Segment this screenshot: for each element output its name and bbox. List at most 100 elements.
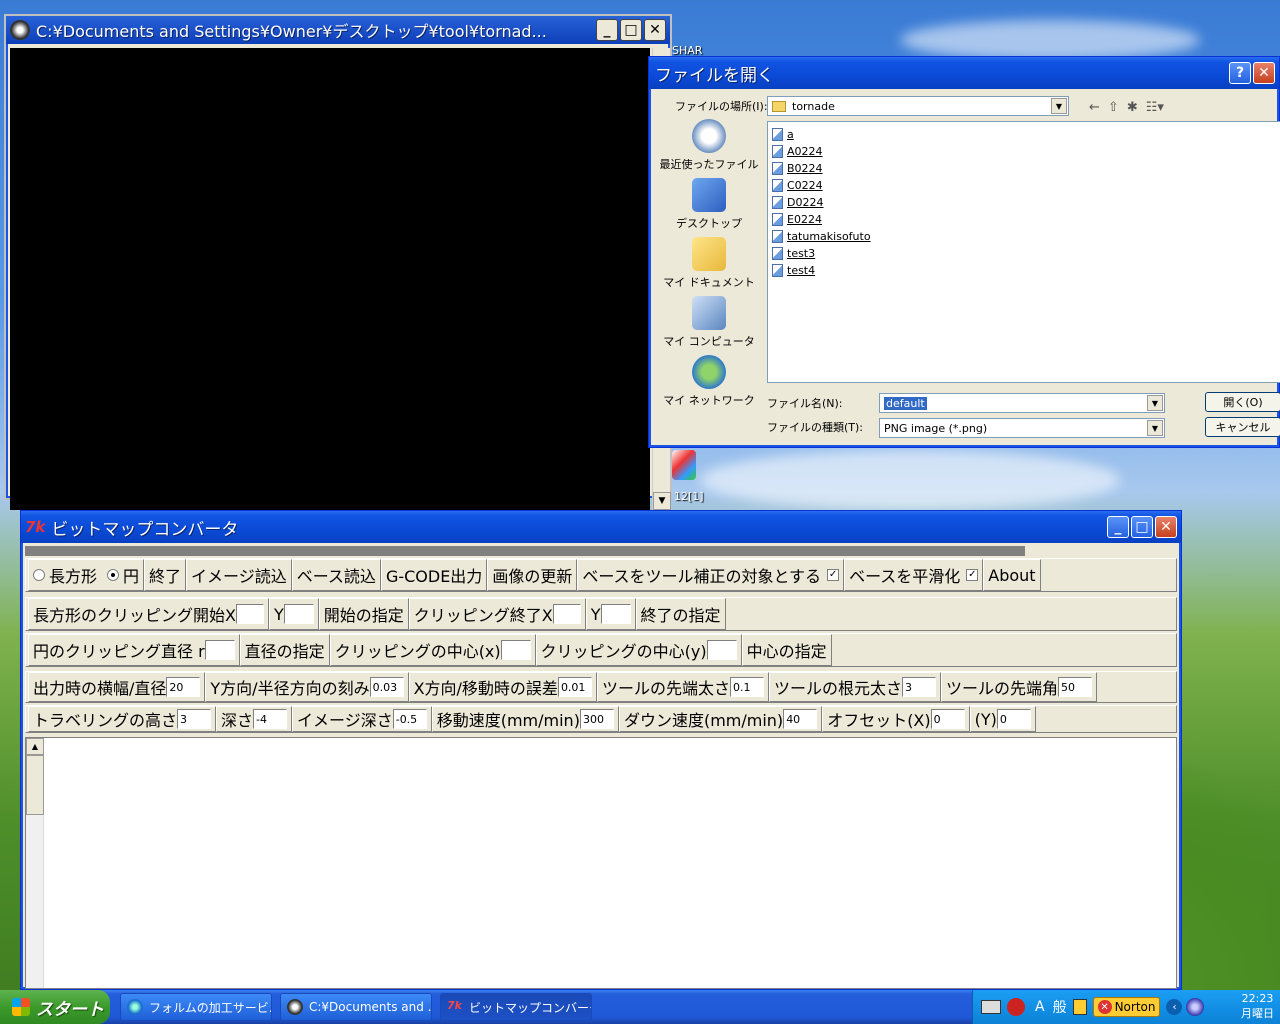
task-console[interactable]: C:¥Documents and ... [280,993,432,1021]
list-item[interactable]: C0224 [772,177,1276,194]
down-input[interactable]: 40 [783,709,818,729]
list-item[interactable]: test4 [772,262,1276,279]
lookin-combo[interactable]: tornade ▼ [767,96,1069,116]
clock[interactable]: 22:23 月曜日 [1241,991,1274,1021]
rect-start-x-input[interactable] [235,604,264,624]
security-icon[interactable] [1007,998,1025,1016]
base-tool-checkbox[interactable]: ベースをツール補正の対象とする ✓ [577,559,845,591]
file-list[interactable]: a A0224 B0224 C0224 D0224 E0224 tatumaki… [767,121,1280,383]
help-button[interactable]: ? [1229,62,1251,84]
depth-input[interactable]: -4 [253,709,288,729]
new-folder-icon[interactable]: ✱ [1127,100,1138,115]
place-recent[interactable]: 最近使ったファイル [659,119,759,178]
tip-input[interactable]: 0.1 [729,677,764,697]
depth-label: 深さ [221,711,254,730]
scroll-down-icon[interactable]: ▼ [653,492,671,510]
place-mydocs[interactable]: マイ ドキュメント [659,237,759,296]
dialog-titlebar[interactable]: ファイルを開く ? ✕ [649,57,1279,89]
root-input[interactable]: 3 [901,677,936,697]
quit-button[interactable]: 終了 [144,559,187,591]
close-button[interactable]: ✕ [644,19,666,41]
rect-radio[interactable]: 長方形 円 [28,559,145,591]
load-image-button[interactable]: イメージ読込 [186,559,292,591]
angle-input[interactable]: 50 [1057,677,1092,697]
minimize-button[interactable]: _ [596,19,618,41]
task-ie[interactable]: フォルムの加工サービ... [120,993,272,1021]
set-end-button[interactable]: 終了の指定 [635,598,726,630]
rect-start-y-input[interactable] [283,604,314,624]
keyboard-icon[interactable] [981,1000,1001,1014]
ystep-input[interactable]: 0.03 [369,677,404,697]
maximize-button[interactable]: □ [620,19,642,41]
list-item[interactable]: tatumakisofuto [772,228,1276,245]
cancel-button[interactable]: キャンセル [1205,417,1280,437]
list-item[interactable]: E0224 [772,211,1276,228]
ime-kanji[interactable]: 般 [1053,997,1067,1017]
back-icon[interactable]: ← [1089,100,1100,115]
app-titlebar[interactable]: 7k ビットマップコンバータ _ □ ✕ [21,511,1181,543]
speed-input[interactable]: 300 [579,709,614,729]
center-y-input[interactable] [706,640,737,660]
task-bitmap-converter[interactable]: 7k ビットマップコンバータ [440,993,592,1021]
center-x-input[interactable] [500,640,531,660]
chevron-down-icon[interactable]: ▼ [1147,420,1163,436]
norton-badge[interactable]: ✕ Norton [1092,997,1161,1017]
console-screen[interactable] [10,48,650,510]
clip-end-x-input[interactable] [552,604,581,624]
place-mycomputer[interactable]: マイ コンピュータ [659,296,759,355]
offset-x-input[interactable]: 0 [930,709,965,729]
desktop-file-icon[interactable] [672,450,696,480]
imgdepth-input[interactable]: -0.5 [392,709,427,729]
ime-mode[interactable]: A [1035,999,1045,1015]
base-smooth-checkbox[interactable]: ベースを平滑化 ✓ [844,559,984,591]
output-scrollbar[interactable]: ▲ [26,738,44,988]
load-base-button[interactable]: ベース読込 [291,559,381,591]
place-label: マイ ネットワーク [663,394,755,407]
up-folder-icon[interactable]: ⇧ [1108,100,1119,115]
set-start-button[interactable]: 開始の指定 [318,598,409,630]
clip-end-y-input[interactable] [600,604,631,624]
png-file-icon [772,128,783,141]
open-button[interactable]: 開く(O) [1205,392,1280,412]
chevron-down-icon[interactable]: ▼ [1051,98,1067,114]
start-button[interactable]: スタート [0,990,110,1024]
ime-tool-icon[interactable] [1072,999,1087,1015]
set-center-button[interactable]: 中心の指定 [741,634,832,666]
set-diameter-button[interactable]: 直径の指定 [239,634,330,666]
minimize-button[interactable]: _ [1107,516,1129,538]
scroll-up-icon[interactable]: ▲ [26,738,44,755]
offset-y-input[interactable]: 0 [996,709,1031,729]
desktop-icon-label[interactable]: 12[1] [674,490,704,503]
taskbar: スタート フォルムの加工サービ... C:¥Documents and ... … [0,990,1280,1024]
network-tray-icon[interactable] [1186,998,1205,1016]
list-item[interactable]: test3 [772,245,1276,262]
view-menu-icon[interactable]: ☷▾ [1146,100,1164,115]
travel-input[interactable]: 3 [177,709,212,729]
close-button[interactable]: ✕ [1155,516,1177,538]
close-button[interactable]: ✕ [1253,62,1275,84]
console-titlebar[interactable]: C:¥Documents and Settings¥Owner¥デスクトップ¥t… [6,16,670,44]
tray-expand-icon[interactable]: ‹ [1166,999,1183,1015]
out-width-input[interactable]: 20 [166,677,201,697]
png-file-icon [772,213,783,226]
chevron-down-icon[interactable]: ▼ [1147,395,1163,411]
list-item[interactable]: B0224 [772,160,1276,177]
gcode-output-button[interactable]: G-CODE出力 [380,559,488,591]
xerr-input[interactable]: 0.01 [557,677,592,697]
maximize-button[interactable]: □ [1131,516,1153,538]
list-item[interactable]: D0224 [772,194,1276,211]
list-item[interactable]: A0224 [772,143,1276,160]
about-button[interactable]: About [983,559,1041,591]
place-desktop[interactable]: デスクトップ [659,178,759,237]
circle-diameter-input[interactable] [204,640,235,660]
list-item[interactable]: a [772,126,1276,143]
refresh-image-button[interactable]: 画像の更新 [487,559,578,591]
place-network[interactable]: マイ ネットワーク [659,355,759,414]
scroll-thumb[interactable] [26,755,44,815]
filename-input[interactable]: default ▼ [879,393,1165,413]
filetype-select[interactable]: PNG image (*.png) ▼ [879,418,1165,438]
file-name: C0224 [787,179,823,192]
output-text-area[interactable]: ▲ [25,737,1177,989]
center-x-group: クリッピングの中心(x) [329,634,536,666]
file-name: tatumakisofuto [787,230,871,243]
